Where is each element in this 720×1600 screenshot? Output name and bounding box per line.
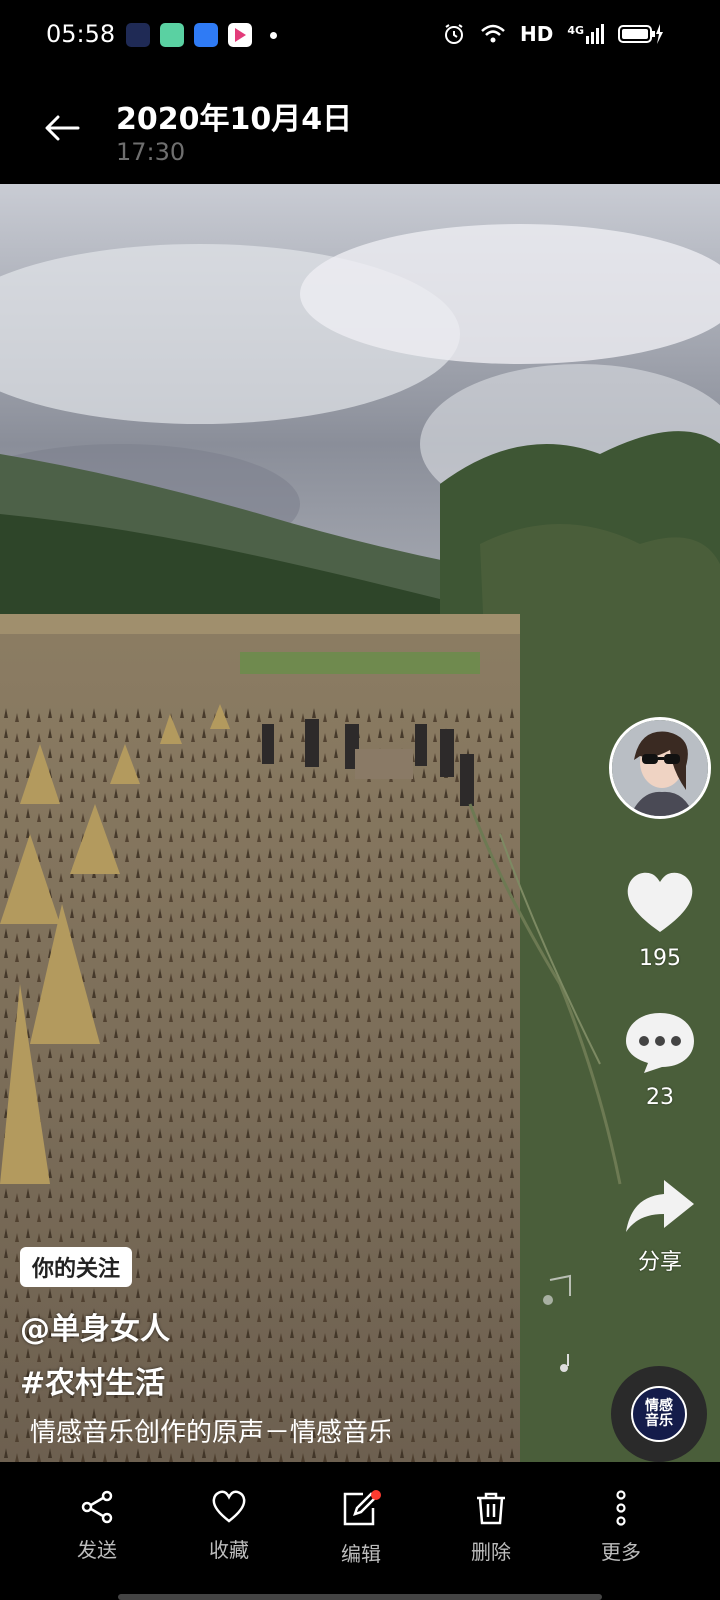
- header: 2020年10月4日 17:30: [0, 72, 720, 184]
- cloud-app-icon: [194, 23, 218, 47]
- status-bar: 05:58 HD 4G: [0, 0, 720, 72]
- signal-icon: 4G: [567, 24, 604, 44]
- send-label: 发送: [77, 1538, 117, 1562]
- hashtag-link[interactable]: #农村生活: [20, 1358, 165, 1402]
- comment-icon[interactable]: [624, 1009, 696, 1075]
- music-info[interactable]: 情感音乐创作的原声－情感音乐: [20, 1411, 390, 1449]
- edit-button[interactable]: 编辑: [306, 1490, 416, 1567]
- heart-outline-icon: [212, 1490, 246, 1523]
- network-hd-label: HD: [519, 22, 554, 46]
- more-vertical-icon: [616, 1490, 626, 1526]
- status-time: 05:58: [46, 20, 116, 48]
- battery-charging-icon: [618, 24, 663, 44]
- send-button[interactable]: 发送: [42, 1490, 152, 1563]
- heart-icon[interactable]: [624, 870, 696, 936]
- back-arrow-icon[interactable]: [44, 114, 80, 142]
- video-app-icon: [228, 23, 252, 47]
- more-notifications-dot: [270, 31, 277, 39]
- notification-icons: [126, 23, 277, 47]
- music-title: 情感音乐创作的原声－情感音乐: [30, 1417, 390, 1448]
- notes-app-icon: [126, 23, 150, 47]
- wechat-app-icon: [160, 23, 184, 47]
- share-nodes-icon: [81, 1490, 113, 1524]
- page-subtitle: 17:30: [116, 138, 186, 166]
- more-label: 更多: [601, 1540, 641, 1564]
- trash-icon: [477, 1492, 505, 1525]
- share-arrow-icon[interactable]: [624, 1178, 696, 1234]
- avatar-image: [612, 720, 708, 816]
- author-name[interactable]: @单身女人: [20, 1304, 170, 1348]
- edit-icon: [343, 1490, 381, 1526]
- like-action[interactable]: 195: [614, 870, 706, 971]
- favorite-button[interactable]: 收藏: [174, 1490, 284, 1563]
- comment-action[interactable]: 23: [614, 1009, 706, 1110]
- edit-badge-dot: [371, 1490, 381, 1500]
- wifi-icon: [481, 24, 505, 43]
- delete-button[interactable]: 删除: [436, 1490, 546, 1565]
- page-title: 2020年10月4日: [116, 102, 353, 137]
- status-indicators: HD 4G: [442, 22, 664, 46]
- delete-label: 删除: [471, 1540, 511, 1564]
- video-player[interactable]: 195 23 分享 你的关注 @单身女人 #农村生活 情感音乐创作的原声－情感音…: [0, 184, 720, 1462]
- share-action[interactable]: 分享: [614, 1178, 706, 1276]
- home-indicator[interactable]: [118, 1594, 602, 1600]
- author-avatar[interactable]: [609, 717, 711, 819]
- bottom-toolbar: 发送 收藏 编辑 删除 更多: [0, 1462, 720, 1600]
- floating-note-small-icon: [560, 1354, 569, 1372]
- favorite-label: 收藏: [209, 1538, 249, 1562]
- edit-label: 编辑: [341, 1542, 381, 1566]
- follow-tag: 你的关注: [20, 1247, 133, 1287]
- more-button[interactable]: 更多: [566, 1490, 676, 1565]
- music-disc[interactable]: 情感 音乐: [611, 1366, 707, 1462]
- alarm-icon: [444, 24, 463, 44]
- floating-note-icon: [543, 1274, 571, 1305]
- like-count: 195: [639, 946, 681, 971]
- comment-count: 23: [646, 1085, 674, 1110]
- music-disc-cover: 情感 音乐: [631, 1386, 687, 1442]
- share-label: 分享: [637, 1250, 682, 1275]
